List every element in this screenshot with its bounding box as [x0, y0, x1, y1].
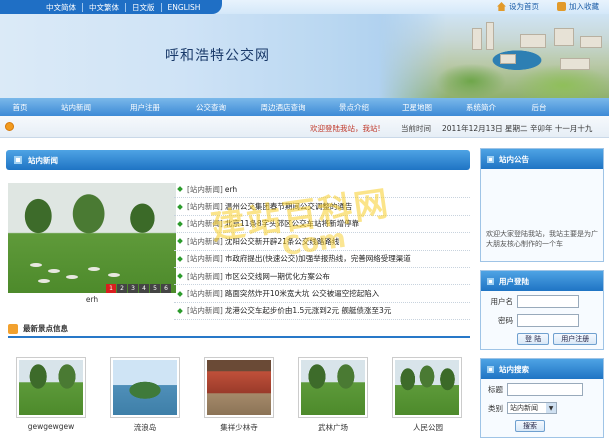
news-panel-title: 站内新闻 [28, 155, 58, 165]
scenic-caption[interactable]: 人民公园 [388, 422, 468, 433]
language-bar: 中文简体 中文繁体 日文版 ENGLISH [0, 0, 222, 14]
category-label: 类别 [488, 403, 503, 413]
info-bar: 欢迎登陆我站，我站! 当前时间 2011年12月13日 星期二 辛卯年 十一月十… [0, 116, 609, 138]
search-button[interactable]: 搜索 [515, 420, 545, 432]
bullet-icon [177, 255, 183, 262]
favorite-icon [557, 2, 566, 11]
nav-bus-query[interactable]: 公交查询 [178, 102, 244, 113]
username-input[interactable] [517, 295, 579, 308]
news-row[interactable]: [站内新闻] 市区公交线网一期优化方案公布 [174, 268, 470, 286]
time-label: 当前时间 [401, 124, 431, 133]
scenic-caption[interactable]: 流浪岛 [105, 422, 185, 433]
scenic-caption[interactable]: 集祥少林寺 [199, 422, 279, 433]
news-row[interactable]: [站内新闻] 北京11条8字头郊区公交车站将新增停靠 [174, 216, 470, 234]
nav-register[interactable]: 用户注册 [112, 102, 178, 113]
photo-pager: 1 2 3 4 5 6 [106, 284, 171, 293]
scenic-section-title: 最新景点信息 [23, 324, 68, 333]
panel-icon [487, 155, 494, 163]
nav-scenic[interactable]: 景点介绍 [322, 102, 386, 113]
panel-icon [487, 277, 494, 285]
nav-news[interactable]: 站内新闻 [40, 102, 112, 113]
home-icon [497, 2, 506, 11]
nav-about[interactable]: 系统简介 [448, 102, 514, 113]
pager-item[interactable]: 6 [161, 284, 171, 293]
panel-icon [487, 365, 494, 373]
register-button[interactable]: 用户注册 [553, 333, 598, 345]
login-box: 用户登陆 用户名 密码 登 陆用户注册 [480, 270, 604, 350]
scenic-thumb[interactable] [16, 357, 86, 418]
header-banner: 呼和浩特公交网 [0, 14, 609, 98]
notice-header: 站内公告 [481, 149, 603, 169]
add-favorite-link[interactable]: 加入收藏 [557, 1, 599, 12]
news-row[interactable]: [站内新闻] 龙港公交车起步价由1.5元涨到2元 舰艇债涨至3元 [174, 303, 470, 321]
nav-satellite-map[interactable]: 卫星地图 [386, 102, 448, 113]
bullet-icon [177, 308, 183, 314]
pager-item[interactable]: 3 [128, 284, 138, 293]
password-input[interactable] [517, 314, 579, 327]
site-title: 呼和浩特公交网 [165, 48, 270, 64]
nav-hotel-query[interactable]: 周边酒店查询 [244, 102, 322, 113]
news-list: [站内新闻] erh [站内新闻] 温州公交集团春节期间公交调整的通告 [站内新闻]… [174, 181, 470, 321]
scenic-thumb[interactable] [392, 357, 462, 418]
bullet-icon [177, 203, 183, 210]
lang-english[interactable]: ENGLISH [162, 3, 207, 12]
login-button[interactable]: 登 陆 [517, 333, 550, 345]
nav-admin[interactable]: 后台 [514, 102, 564, 113]
news-row[interactable]: [站内新闻] erh [174, 181, 470, 199]
lang-japanese[interactable]: 日文版 [126, 2, 162, 12]
set-home-link[interactable]: 设为首页 [497, 1, 539, 12]
category-select[interactable]: 站内新闻 ▼ [507, 402, 557, 414]
news-row[interactable]: [站内新闻] 沈阳公交新开辟21条公交线路路线 [174, 233, 470, 251]
password-label: 密码 [498, 316, 513, 325]
bullet-icon [177, 221, 183, 227]
nav-home[interactable]: 首页 [0, 102, 40, 113]
notice-title: 站内公告 [499, 154, 529, 164]
pager-item[interactable]: 4 [139, 284, 149, 293]
scenic-section-header: 最新景点信息 [8, 323, 68, 334]
photo-caption: erh [85, 295, 99, 304]
info-icon [5, 122, 14, 131]
chevron-down-icon: ▼ [546, 403, 556, 413]
city-photo [379, 14, 609, 98]
bullet-icon [177, 290, 183, 297]
search-header: 站内搜索 [481, 359, 603, 379]
panel-icon [14, 156, 22, 164]
login-title: 用户登陆 [499, 276, 529, 286]
top-links: 设为首页 加入收藏 [497, 1, 599, 12]
login-header: 用户登陆 [481, 271, 603, 291]
notice-box: 站内公告 欢迎大家登陆我站，我站主要是为广大朋友核心制作的一个车 [480, 148, 604, 262]
bullet-icon [177, 186, 183, 193]
notice-text: 欢迎大家登陆我站，我站主要是为广大朋友核心制作的一个车 [486, 230, 598, 248]
camera-icon [8, 323, 18, 334]
bullet-icon [177, 273, 183, 279]
pager-item[interactable]: 1 [106, 284, 116, 293]
scenic-thumb[interactable] [110, 357, 180, 418]
pager-item[interactable]: 2 [117, 284, 127, 293]
bullet-icon [177, 238, 183, 245]
keyword-label: 标题 [488, 385, 503, 394]
news-row[interactable]: [站内新闻] 市政府提出(快速公交)加强举报热线，完善网络受理渠道 [174, 251, 470, 268]
lang-simplified[interactable]: 中文简体 [40, 2, 83, 12]
keyword-input[interactable] [507, 383, 583, 396]
search-title: 站内搜索 [499, 364, 529, 374]
username-label: 用户名 [490, 297, 514, 306]
search-box: 站内搜索 标题 类别 站内新闻 ▼ 搜索 [480, 358, 604, 438]
section-divider [8, 336, 470, 338]
scenic-thumb[interactable] [298, 357, 368, 418]
news-row[interactable]: [站内新闻] 路面突然炸开10米宽大坑 公交被逼空挖起陷入 [174, 285, 470, 303]
main-nav: 首页 站内新闻 用户注册 公交查询 周边酒店查询 景点介绍 卫星地图 系统简介 … [0, 98, 609, 116]
welcome-text: 欢迎登陆我站，我站! [310, 124, 381, 133]
scenic-thumb[interactable] [204, 357, 274, 418]
scenic-caption[interactable]: gewgewgew [11, 422, 91, 431]
news-photo[interactable] [8, 183, 176, 293]
lang-traditional[interactable]: 中文繁体 [83, 2, 126, 12]
news-row[interactable]: [站内新闻] 温州公交集团春节期间公交调整的通告 [174, 198, 470, 216]
scenic-caption[interactable]: 武林广场 [293, 422, 373, 433]
pager-item[interactable]: 5 [150, 284, 160, 293]
current-time: 2011年12月13日 星期二 辛卯年 十一月十九 [442, 124, 593, 133]
news-panel-header: 站内新闻 [6, 150, 470, 170]
